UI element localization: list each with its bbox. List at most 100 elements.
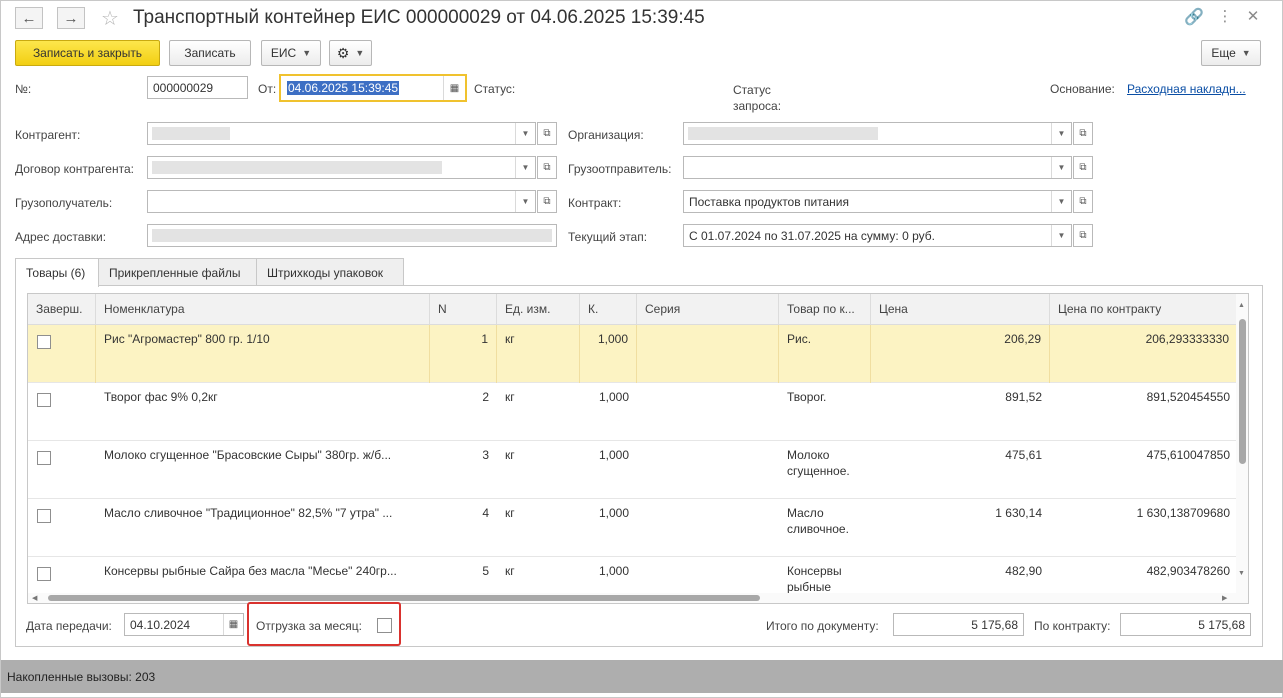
transfer-date-input[interactable]: 04.10.2024 ▦ xyxy=(124,613,244,636)
n-cell[interactable]: 3 xyxy=(430,441,497,499)
column-header[interactable]: К. xyxy=(580,294,637,325)
chevron-down-icon[interactable]: ▼ xyxy=(515,123,535,144)
horizontal-scroll-thumb[interactable] xyxy=(48,595,760,601)
column-header[interactable]: Заверш. xyxy=(28,294,96,325)
table-row[interactable]: Молоко сгущенное "Брасовские Сыры" 380гр… xyxy=(28,441,1238,499)
complete-checkbox[interactable] xyxy=(37,567,51,581)
contract-product-cell[interactable]: Рис. xyxy=(779,325,871,383)
n-cell[interactable]: 4 xyxy=(430,499,497,557)
nomenclature-cell[interactable]: Масло сливочное "Традиционное" 82,5% "7 … xyxy=(96,499,430,557)
tab-package-barcodes[interactable]: Штрихкоды упаковок xyxy=(256,258,404,286)
tab-goods[interactable]: Товары (6) xyxy=(15,258,99,287)
contract-product-cell[interactable]: Масло сливочное. xyxy=(779,499,871,557)
number-input[interactable]: 000000029 xyxy=(147,76,248,99)
contract-price-cell[interactable]: 1 630,138709680 xyxy=(1050,499,1238,557)
chevron-down-icon[interactable]: ▼ xyxy=(1051,123,1071,144)
unit-cell[interactable]: кг xyxy=(497,325,580,383)
k-cell[interactable]: 1,000 xyxy=(580,441,637,499)
counterparty-input[interactable]: ▼ xyxy=(147,122,536,145)
n-cell[interactable]: 2 xyxy=(430,383,497,441)
calendar-icon[interactable]: ▦ xyxy=(223,614,243,635)
open-contract-counterparty-icon[interactable]: ⧉ xyxy=(537,156,557,179)
scroll-up-icon[interactable]: ▲ xyxy=(1238,302,1245,309)
series-cell[interactable] xyxy=(637,325,779,383)
favorite-star-icon[interactable]: ☆ xyxy=(101,6,119,31)
scroll-down-icon[interactable]: ▼ xyxy=(1238,570,1245,577)
series-cell[interactable] xyxy=(637,441,779,499)
save-button[interactable]: Записать xyxy=(169,40,251,66)
complete-checkbox[interactable] xyxy=(37,393,51,407)
unit-cell[interactable]: кг xyxy=(497,499,580,557)
contract-price-cell[interactable]: 891,520454550 xyxy=(1050,383,1238,441)
chevron-down-icon[interactable]: ▼ xyxy=(515,191,535,212)
price-cell[interactable]: 1 630,14 xyxy=(871,499,1050,557)
horizontal-scrollbar[interactable]: ◀ ▶ xyxy=(28,593,1238,603)
scroll-left-icon[interactable]: ◀ xyxy=(32,594,37,602)
table-row[interactable]: Творог фас 9% 0,2кг 2 кг 1,000 Творог. 8… xyxy=(28,383,1238,441)
unit-cell[interactable]: кг xyxy=(497,441,580,499)
organization-input[interactable]: ▼ xyxy=(683,122,1072,145)
open-counterparty-icon[interactable]: ⧉ xyxy=(537,122,557,145)
basis-link[interactable]: Расходная накладн... xyxy=(1127,82,1246,96)
k-cell[interactable]: 1,000 xyxy=(580,325,637,383)
open-contract-icon[interactable]: ⧉ xyxy=(1073,190,1093,213)
scroll-right-icon[interactable]: ▶ xyxy=(1222,594,1227,602)
k-cell[interactable]: 1,000 xyxy=(580,383,637,441)
calendar-icon[interactable]: ▦ xyxy=(443,76,465,100)
close-icon[interactable]: ✕ xyxy=(1243,7,1263,25)
link-icon[interactable]: 🔗 xyxy=(1184,7,1204,27)
nomenclature-cell[interactable]: Молоко сгущенное "Брасовские Сыры" 380гр… xyxy=(96,441,430,499)
chevron-down-icon[interactable]: ▼ xyxy=(1051,157,1071,178)
contract-counterparty-input[interactable]: ▼ xyxy=(147,156,536,179)
vertical-scroll-thumb[interactable] xyxy=(1239,319,1246,464)
chevron-down-icon[interactable]: ▼ xyxy=(1051,191,1071,212)
stage-input[interactable]: С 01.07.2024 по 31.07.2025 на сумму: 0 р… xyxy=(683,224,1072,247)
complete-checkbox[interactable] xyxy=(37,451,51,465)
nomenclature-cell[interactable]: Рис "Агромастер" 800 гр. 1/10 xyxy=(96,325,430,383)
chevron-down-icon[interactable]: ▼ xyxy=(1051,225,1071,246)
column-header[interactable]: Товар по к... xyxy=(779,294,871,325)
date-input[interactable]: 04.06.2025 15:39:45 ▦ xyxy=(279,74,467,102)
delivery-address-input[interactable] xyxy=(147,224,557,247)
shipper-input[interactable]: ▼ xyxy=(683,156,1072,179)
forward-button[interactable]: → xyxy=(57,7,85,29)
contract-price-cell[interactable]: 475,610047850 xyxy=(1050,441,1238,499)
print-menu-button[interactable]: ⚙ ▼ xyxy=(329,40,372,66)
column-header[interactable]: Ед. изм. xyxy=(497,294,580,325)
eis-dropdown-button[interactable]: ЕИС ▼ xyxy=(261,40,321,66)
open-stage-icon[interactable]: ⧉ xyxy=(1073,224,1093,247)
more-vertical-icon[interactable]: ⋮ xyxy=(1215,7,1235,25)
unit-cell[interactable]: кг xyxy=(497,383,580,441)
column-header[interactable]: Номенклатура xyxy=(96,294,430,325)
column-header[interactable]: Серия xyxy=(637,294,779,325)
vertical-scrollbar[interactable]: ▲ ▼ xyxy=(1236,294,1248,603)
save-and-close-button[interactable]: Записать и закрыть xyxy=(15,40,160,66)
nomenclature-cell[interactable]: Творог фас 9% 0,2кг xyxy=(96,383,430,441)
table-row[interactable]: Рис "Агромастер" 800 гр. 1/10 1 кг 1,000… xyxy=(28,325,1238,383)
contract-product-cell[interactable]: Молоко сгущенное. xyxy=(779,441,871,499)
tab-attached-files[interactable]: Прикрепленные файлы xyxy=(98,258,257,286)
n-cell[interactable]: 1 xyxy=(430,325,497,383)
contract-product-cell[interactable]: Творог. xyxy=(779,383,871,441)
chevron-down-icon[interactable]: ▼ xyxy=(515,157,535,178)
open-organization-icon[interactable]: ⧉ xyxy=(1073,122,1093,145)
monthly-shipment-checkbox[interactable] xyxy=(377,618,392,633)
k-cell[interactable]: 1,000 xyxy=(580,499,637,557)
open-shipper-icon[interactable]: ⧉ xyxy=(1073,156,1093,179)
complete-checkbox[interactable] xyxy=(37,509,51,523)
contract-input[interactable]: Поставка продуктов питания ▼ xyxy=(683,190,1072,213)
column-header[interactable]: Цена по контракту xyxy=(1050,294,1238,325)
column-header[interactable]: Цена xyxy=(871,294,1050,325)
column-header[interactable]: N xyxy=(430,294,497,325)
more-actions-button[interactable]: Еще ▼ xyxy=(1201,40,1261,66)
series-cell[interactable] xyxy=(637,383,779,441)
price-cell[interactable]: 206,29 xyxy=(871,325,1050,383)
table-row[interactable]: Масло сливочное "Традиционное" 82,5% "7 … xyxy=(28,499,1238,557)
complete-checkbox[interactable] xyxy=(37,335,51,349)
price-cell[interactable]: 475,61 xyxy=(871,441,1050,499)
series-cell[interactable] xyxy=(637,499,779,557)
open-consignee-icon[interactable]: ⧉ xyxy=(537,190,557,213)
price-cell[interactable]: 891,52 xyxy=(871,383,1050,441)
back-button[interactable]: ← xyxy=(15,7,43,29)
consignee-input[interactable]: ▼ xyxy=(147,190,536,213)
